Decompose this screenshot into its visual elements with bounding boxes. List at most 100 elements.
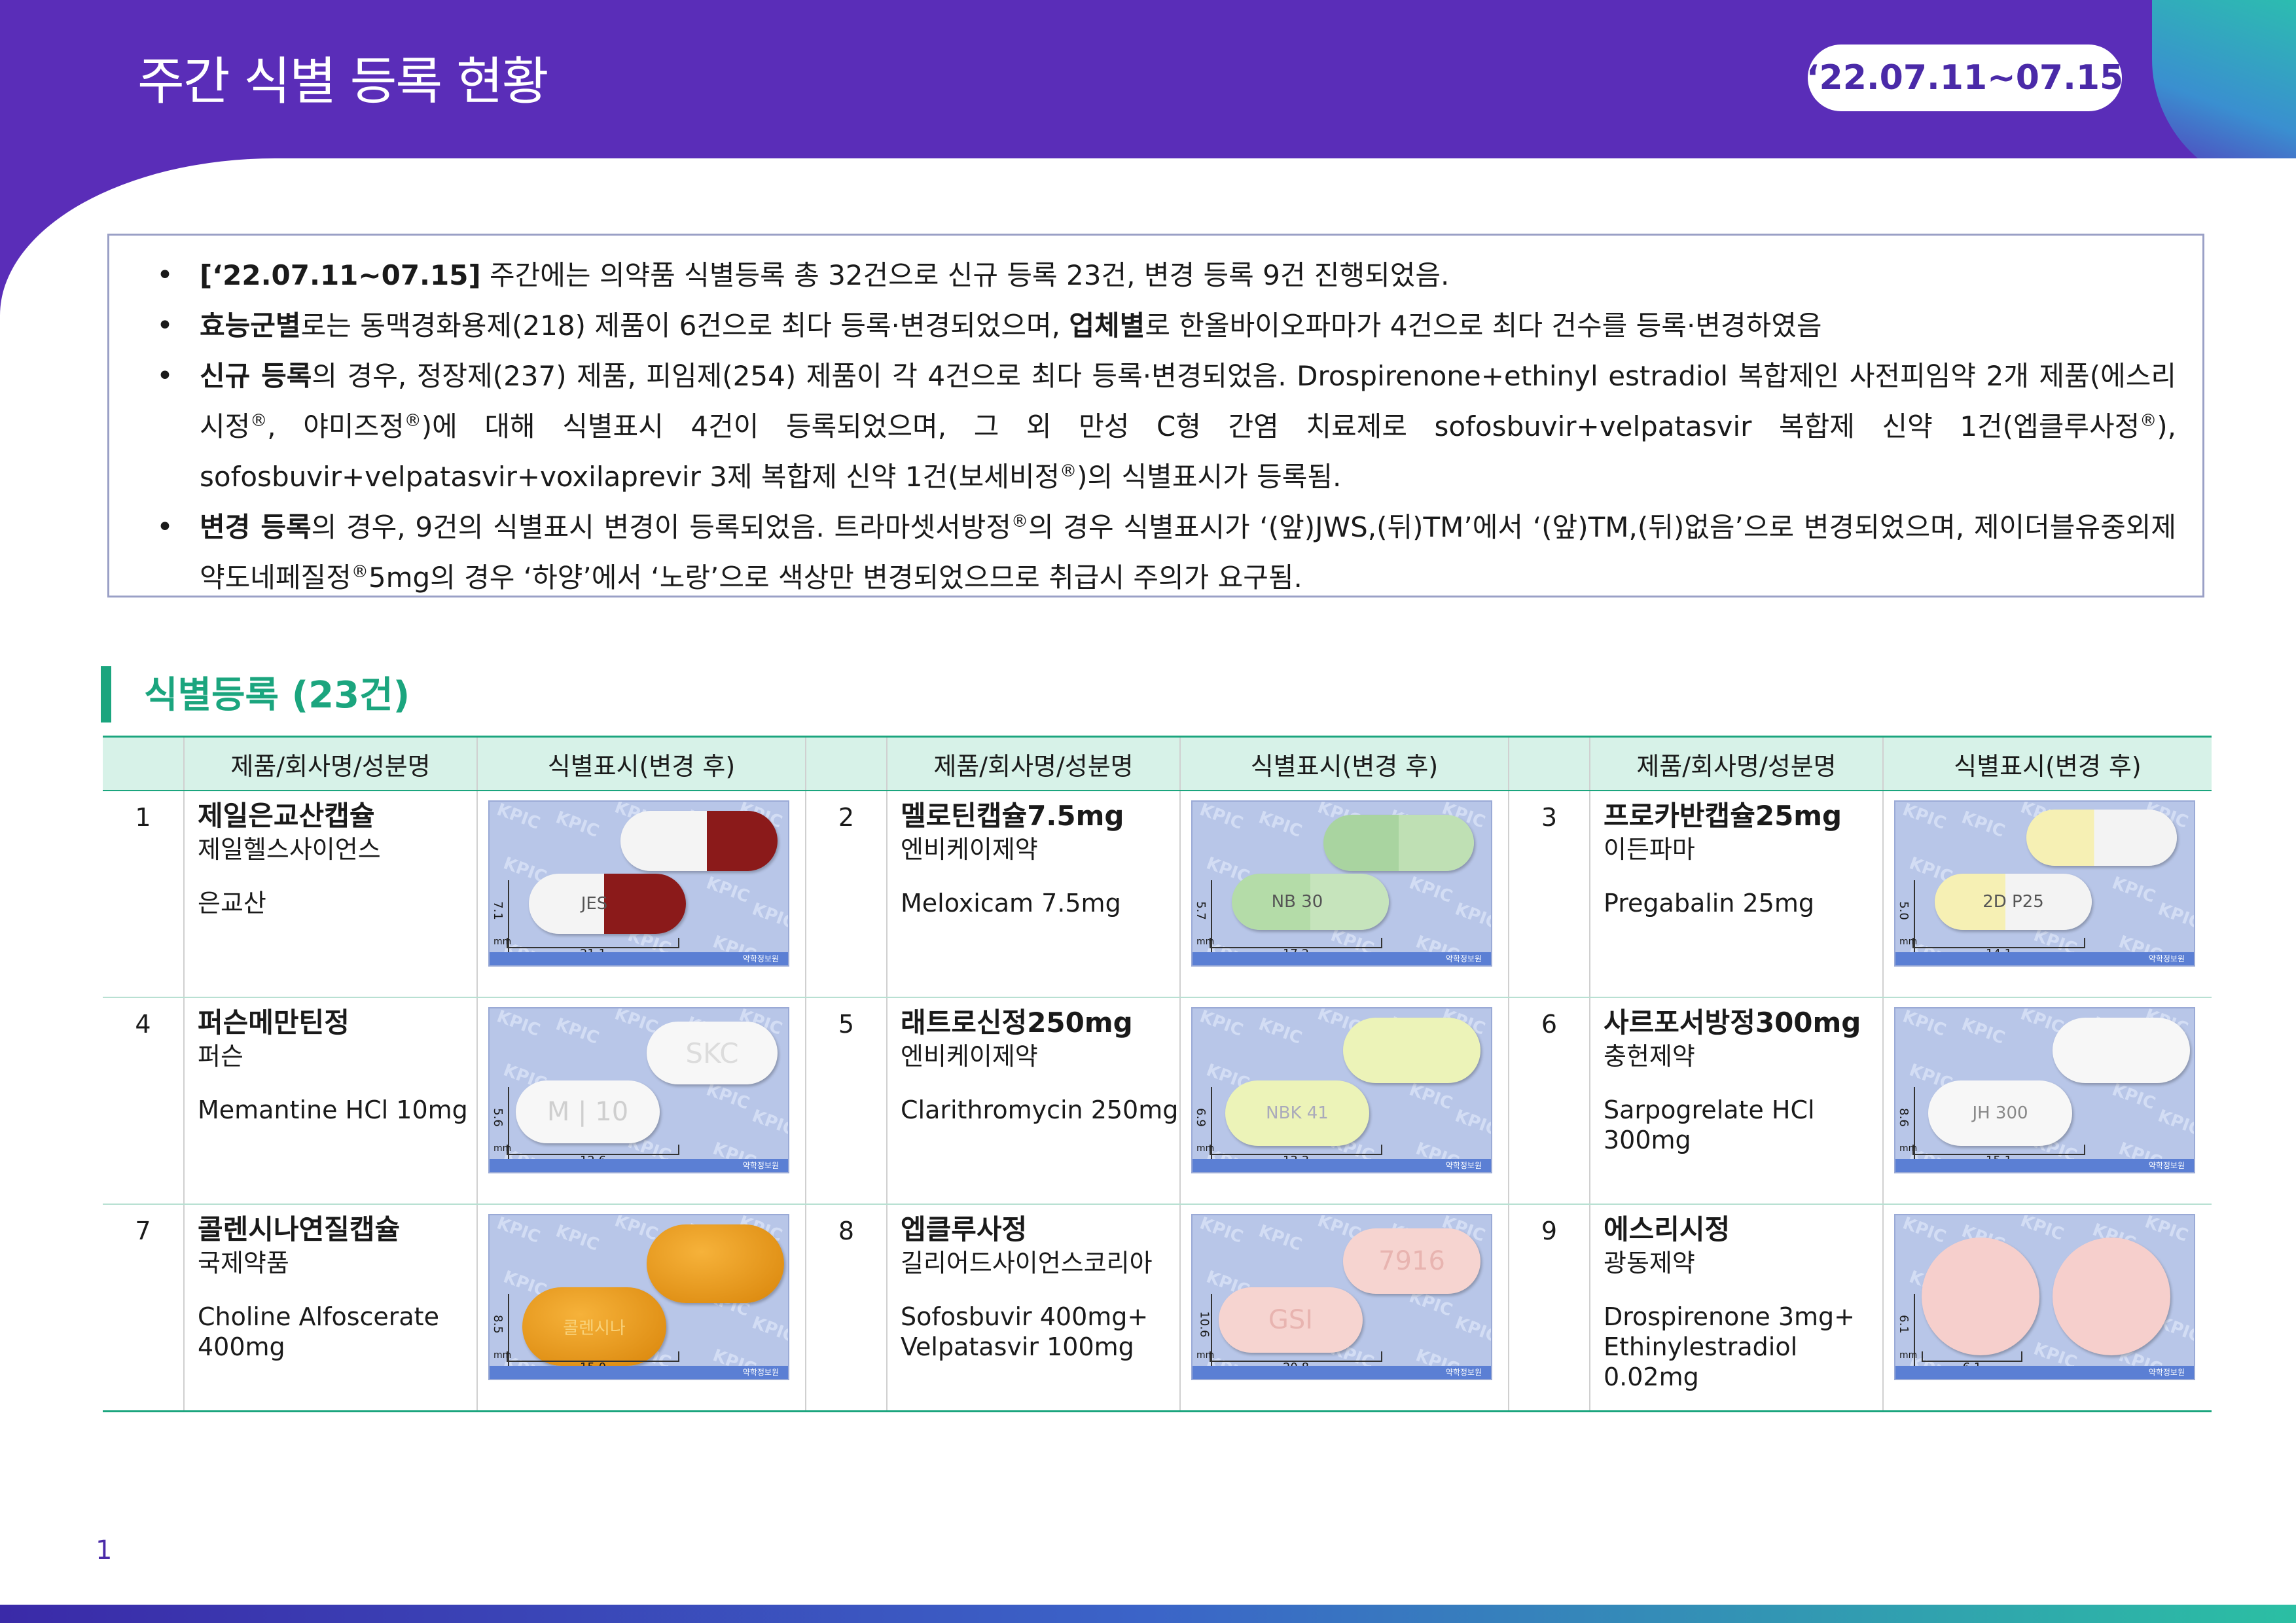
watermark: KPIC <box>1406 873 1456 907</box>
header-marking: 식별표시(변경 후) <box>1882 736 2212 791</box>
pill-shape <box>1922 1238 2039 1355</box>
unit-label: mm <box>1899 1143 1918 1154</box>
pill-shape <box>2026 810 2177 866</box>
pill-image: KPICKPICKPICKPICKPICKPICKPICKPICKPICKPIC… <box>1191 1007 1492 1173</box>
pill-shape <box>2053 1018 2190 1083</box>
pill-imprint: JES <box>581 894 608 914</box>
watermark: KPIC <box>1899 1007 1949 1041</box>
watermark: KPIC <box>1406 1080 1456 1114</box>
summary-bold: [‘22.07.11~07.15] <box>200 259 481 291</box>
registered-mark: ® <box>2140 411 2157 431</box>
company-name: 이든파마 <box>1604 835 1695 864</box>
pill-image-cell: KPICKPICKPICKPICKPICKPICKPICKPICKPICKPIC… <box>1882 997 2212 1205</box>
company-name: 엔비케이제약 <box>901 835 1038 864</box>
pill-imprint: SKC <box>685 1037 739 1069</box>
pill-image: KPICKPICKPICKPICKPICKPICKPICKPICKPICKPIC… <box>488 800 789 967</box>
image-footer-bar: 약학정보원 <box>1895 952 2194 965</box>
pill-imprint: NB 30 <box>1271 892 1323 912</box>
watermark: KPIC <box>552 808 602 842</box>
pill-imprint: 2D P25 <box>1982 892 2044 912</box>
pill-imprint: GSI <box>1268 1305 1314 1335</box>
pill-image-cell: KPICKPICKPICKPICKPICKPICKPICKPICKPICKPIC… <box>1179 791 1509 998</box>
source-label: 약학정보원 <box>742 954 779 963</box>
pill-image: KPICKPICKPICKPICKPICKPICKPICKPICKPICKPIC… <box>488 1007 789 1173</box>
pill-shape: 7916 <box>1343 1228 1480 1294</box>
registered-mark: ® <box>250 411 268 431</box>
summary-item: 효능군별로는 동맥경화용제(218) 제품이 6건으로 최다 등록·변경되었으며… <box>156 300 2176 351</box>
pill-image: KPICKPICKPICKPICKPICKPICKPICKPICKPICKPIC… <box>1894 1214 2195 1380</box>
watermark: KPIC <box>2109 873 2159 907</box>
source-label: 약학정보원 <box>2148 954 2185 963</box>
watermark: KPIC <box>1255 808 1305 842</box>
registered-mark: ® <box>1011 512 1028 531</box>
pill-shape: JES <box>529 874 686 934</box>
ingredient: Pregabalin 25mg <box>1604 889 1814 918</box>
width-ruler: 20.8 <box>1210 1351 1382 1374</box>
table-header-row: 제품/회사명/성분명 식별표시(변경 후) 제품/회사명/성분명 식별표시(변경… <box>103 736 2212 791</box>
watermark: KPIC <box>1899 800 1949 834</box>
date-range-badge: ‘22.07.11~07.15 <box>1806 45 2123 111</box>
height-value: 8.5 <box>490 1315 505 1334</box>
pill-image-cell: KPICKPICKPICKPICKPICKPICKPICKPICKPICKPIC… <box>1882 791 2212 998</box>
product-info: 제일은교산캡슐 제일헬스사이언스 은교산 <box>183 791 477 998</box>
pill-image: KPICKPICKPICKPICKPICKPICKPICKPICKPICKPIC… <box>1894 1007 2195 1173</box>
pill-image-cell: KPICKPICKPICKPICKPICKPICKPICKPICKPICKPIC… <box>476 997 806 1205</box>
watermark: KPIC <box>749 899 789 933</box>
summary-item: 변경 등록의 경우, 9건의 식별표시 변경이 등록되었음. 트라마셋서방정®의… <box>156 502 2176 603</box>
row-number: 1 <box>103 791 184 998</box>
pill-shape: M | 10 <box>516 1080 660 1143</box>
height-value: 8.6 <box>1896 1108 1910 1127</box>
unit-label: mm <box>1196 1350 1215 1361</box>
header-no <box>1508 736 1590 791</box>
watermark: KPIC <box>2109 1080 2159 1114</box>
corner-decoration <box>2152 0 2296 158</box>
height-value: 5.0 <box>1896 901 1910 920</box>
ingredient: Clarithromycin 250mg <box>901 1096 1179 1124</box>
image-footer-bar: 약학정보원 <box>490 952 788 965</box>
watermark: KPIC <box>2142 1214 2191 1246</box>
product-info: 엡클루사정 길리어드사이언스코리아 Sofosbuvir 400mg+ Velpat… <box>886 1204 1180 1412</box>
source-label: 약학정보원 <box>1445 1368 1482 1377</box>
source-label: 약학정보원 <box>2148 1161 2185 1170</box>
summary-text: 의 경우, 9건의 식별표시 변경이 등록되었음. 트라마셋서방정 <box>311 511 1011 543</box>
header-no <box>805 736 887 791</box>
pill-shape: SKC <box>647 1022 778 1084</box>
image-footer-bar: 약학정보원 <box>1895 1159 2194 1172</box>
watermark: KPIC <box>1958 1014 2008 1048</box>
source-label: 약학정보원 <box>1445 1161 1482 1170</box>
header-product: 제품/회사명/성분명 <box>886 736 1180 791</box>
product-name: 엡클루사정 <box>901 1213 1028 1245</box>
ingredient: Sarpogrelate HCl 300mg <box>1604 1096 1815 1154</box>
product-name: 에스리시정 <box>1604 1213 1731 1245</box>
image-footer-bar: 약학정보원 <box>1193 1366 1491 1379</box>
pill-image-cell: KPICKPICKPICKPICKPICKPICKPICKPICKPICKPIC… <box>476 1204 806 1412</box>
watermark: KPIC <box>703 1080 753 1114</box>
product-name: 래트로신정250mg <box>901 1007 1133 1039</box>
row-number: 4 <box>103 997 184 1205</box>
pill-image: KPICKPICKPICKPICKPICKPICKPICKPICKPICKPIC… <box>1894 800 2195 967</box>
product-info: 멜로틴캡슐7.5mg 엔비케이제약 Meloxicam 7.5mg <box>886 791 1180 998</box>
registered-mark: ® <box>351 562 368 582</box>
header-product: 제품/회사명/성분명 <box>1589 736 1883 791</box>
pill-image: KPICKPICKPICKPICKPICKPICKPICKPICKPICKPIC… <box>1191 1214 1492 1380</box>
watermark: KPIC <box>493 1214 543 1247</box>
width-ruler: 14.1 <box>1912 938 2085 961</box>
pill-shape <box>2053 1238 2170 1355</box>
row-number: 2 <box>805 791 887 998</box>
pill-shape <box>647 1224 784 1303</box>
ingredient: Drospirenone 3mg+ Ethinylestradiol 0.02m… <box>1604 1302 1855 1391</box>
watermark: KPIC <box>1958 808 2008 842</box>
pill-image: KPICKPICKPICKPICKPICKPICKPICKPICKPICKPIC… <box>1191 800 1492 967</box>
summary-bold: 효능군별 <box>200 310 301 342</box>
pill-shape: NBK 41 <box>1225 1080 1369 1146</box>
pill-image-cell: KPICKPICKPICKPICKPICKPICKPICKPICKPICKPIC… <box>1179 997 1509 1205</box>
registration-table: 제품/회사명/성분명 식별표시(변경 후) 제품/회사명/성분명 식별표시(변경… <box>103 736 2212 1412</box>
company-name: 엔비케이제약 <box>901 1042 1038 1071</box>
height-value: 7.1 <box>490 901 505 920</box>
pill-shape: 2D P25 <box>1935 874 2092 930</box>
section-title: 식별등록 (23건) <box>101 666 410 722</box>
summary-text: , 야미즈정 <box>267 410 404 442</box>
image-footer-bar: 약학정보원 <box>1895 1366 2194 1379</box>
row-number: 3 <box>1508 791 1590 998</box>
pill-shape <box>620 811 778 871</box>
